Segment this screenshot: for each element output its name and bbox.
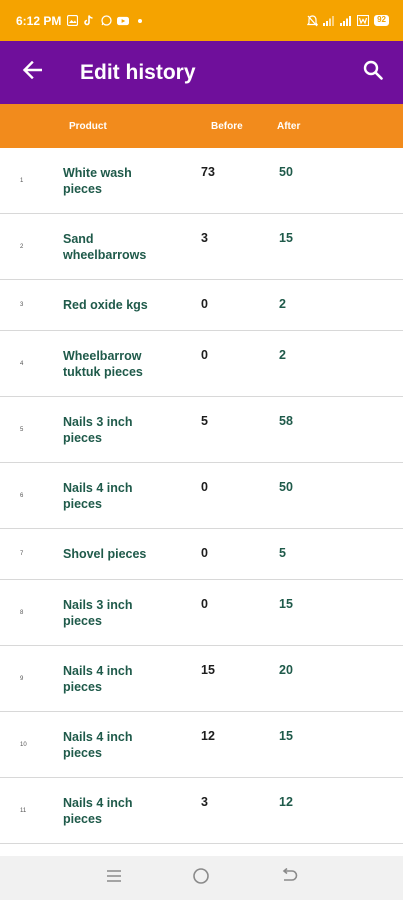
row-index: 2	[20, 244, 24, 250]
row-before: 15	[201, 663, 215, 677]
row-product: Shovel pieces	[63, 547, 147, 561]
row-after: 58	[279, 414, 293, 428]
more-notifications-icon	[134, 15, 146, 27]
history-list[interactable]: 1 White wash pieces 73 50 2 Sand wheelba…	[0, 148, 403, 844]
row-index: 7	[20, 551, 24, 557]
row-after: 2	[279, 297, 286, 311]
table-row[interactable]: 8 Nails 3 inch pieces 0 15	[0, 580, 403, 646]
row-after: 50	[279, 165, 293, 179]
row-before: 0	[201, 348, 208, 362]
whatsapp-icon	[100, 15, 112, 27]
recents-button[interactable]	[94, 856, 134, 900]
row-index: 3	[20, 302, 24, 308]
arrow-back-icon	[22, 60, 43, 84]
row-index: 6	[20, 493, 24, 499]
row-before: 0	[201, 546, 208, 560]
row-after: 15	[279, 729, 293, 743]
table-row[interactable]: 7 Shovel pieces 0 5	[0, 529, 403, 580]
row-index: 1	[20, 178, 24, 184]
row-product: White wash pieces	[63, 166, 132, 196]
row-before: 0	[201, 480, 208, 494]
signal-icon-2	[340, 15, 352, 27]
menu-lines-icon	[106, 869, 122, 888]
table-row[interactable]: 3 Red oxide kgs 0 2	[0, 280, 403, 331]
row-product: Nails 4 inch pieces	[63, 664, 133, 694]
row-after: 5	[279, 546, 286, 560]
home-button[interactable]	[181, 856, 221, 900]
row-after: 50	[279, 480, 293, 494]
row-product: Nails 3 inch pieces	[63, 415, 133, 445]
table-row[interactable]: 1 White wash pieces 73 50	[0, 148, 403, 214]
table-row[interactable]: 10 Nails 4 inch pieces 12 15	[0, 712, 403, 778]
table-row[interactable]: 9 Nails 4 inch pieces 15 20	[0, 646, 403, 712]
back-nav-button[interactable]	[269, 856, 309, 900]
app-bar: Edit history	[0, 41, 403, 104]
row-index: 10	[20, 742, 27, 748]
home-circle-icon	[192, 867, 210, 890]
row-product: Wheelbarrow tuktuk pieces	[63, 349, 143, 379]
table-row[interactable]: 11 Nails 4 inch pieces 3 12	[0, 778, 403, 844]
battery-indicator: 92	[374, 15, 389, 26]
row-after: 15	[279, 231, 293, 245]
status-bar: 6:12 PM 92	[0, 0, 403, 41]
row-index: 4	[20, 361, 24, 367]
table-row[interactable]: 2 Sand wheelbarrows 3 15	[0, 214, 403, 280]
row-before: 12	[201, 729, 215, 743]
row-before: 3	[201, 795, 208, 809]
row-product: Nails 4 inch pieces	[63, 730, 133, 760]
table-row[interactable]: 6 Nails 4 inch pieces 0 50	[0, 463, 403, 529]
row-index: 9	[20, 676, 24, 682]
row-after: 12	[279, 795, 293, 809]
search-button[interactable]	[343, 41, 403, 104]
row-before: 0	[201, 297, 208, 311]
row-index: 5	[20, 427, 24, 433]
system-nav-bar	[0, 856, 403, 900]
row-product: Nails 4 inch pieces	[63, 481, 133, 511]
image-notification-icon	[66, 15, 78, 27]
row-product: Red oxide kgs	[63, 298, 148, 312]
table-header: Product Before After	[0, 104, 403, 148]
mute-icon	[306, 14, 318, 27]
table-row[interactable]: 5 Nails 3 inch pieces 5 58	[0, 397, 403, 463]
tiktok-icon	[83, 15, 95, 27]
back-button[interactable]	[0, 41, 64, 104]
status-time: 6:12 PM	[16, 13, 62, 28]
row-product: Nails 4 inch pieces	[63, 796, 133, 826]
row-before: 3	[201, 231, 208, 245]
row-index: 8	[20, 610, 24, 616]
row-after: 2	[279, 348, 286, 362]
column-header-before: Before	[211, 121, 243, 132]
row-after: 15	[279, 597, 293, 611]
youtube-icon	[117, 15, 130, 27]
table-row[interactable]: 4 Wheelbarrow tuktuk pieces 0 2	[0, 331, 403, 397]
row-product: Nails 3 inch pieces	[63, 598, 133, 628]
row-index: 11	[20, 808, 27, 814]
signal-icon-1	[323, 15, 335, 27]
column-header-after: After	[277, 121, 301, 132]
row-after: 20	[279, 663, 293, 677]
return-arrow-icon	[281, 867, 298, 888]
page-title: Edit history	[80, 60, 196, 84]
search-icon	[363, 60, 383, 85]
row-before: 0	[201, 597, 208, 611]
wifi-icon	[357, 15, 370, 27]
row-before: 5	[201, 414, 208, 428]
row-before: 73	[201, 165, 215, 179]
column-header-product: Product	[69, 121, 107, 132]
row-product: Sand wheelbarrows	[63, 232, 147, 262]
